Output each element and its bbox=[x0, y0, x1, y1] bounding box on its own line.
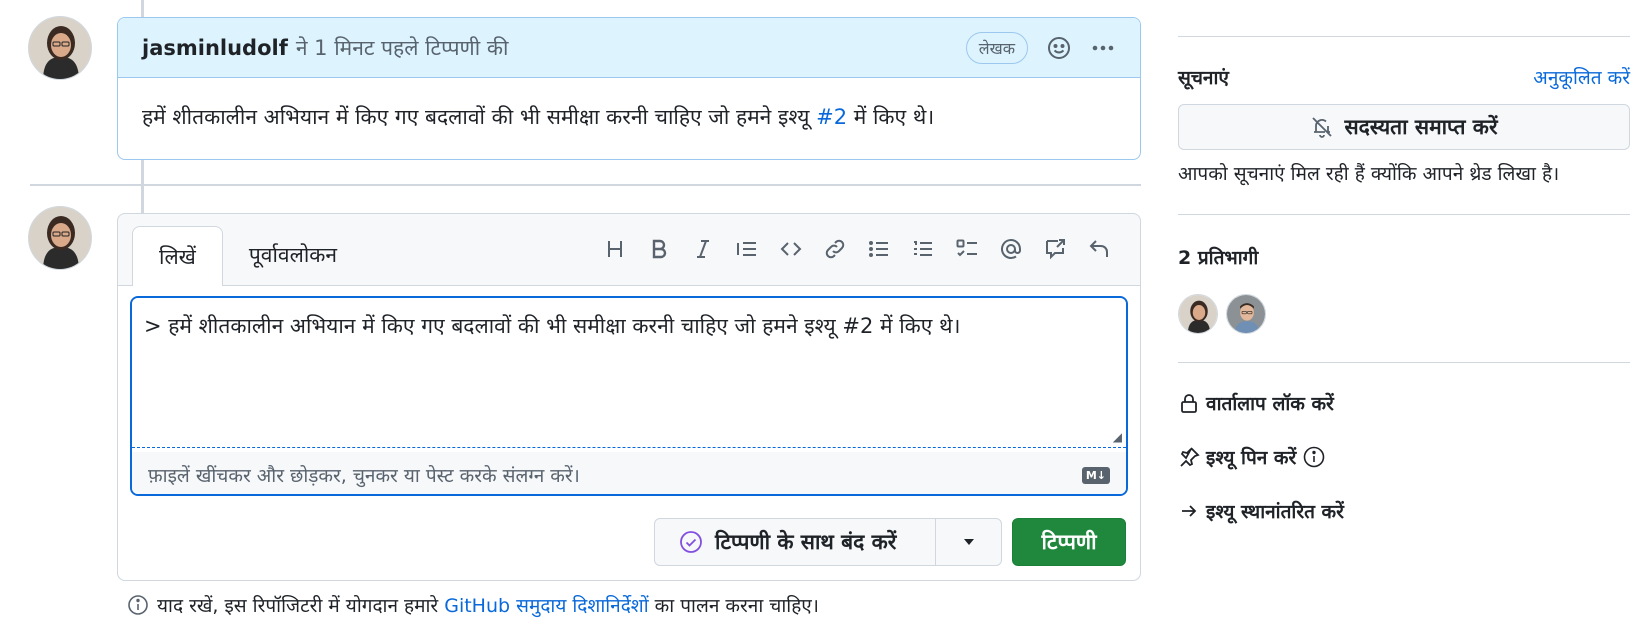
author-badge: लेखक bbox=[965, 31, 1028, 64]
close-with-comment-label: टिप्पणी के साथ बंद करें bbox=[715, 530, 897, 554]
markdown-icon[interactable]: M↓ bbox=[1081, 466, 1110, 484]
quote-icon[interactable] bbox=[734, 236, 760, 262]
link-icon[interactable] bbox=[822, 236, 848, 262]
heading-icon[interactable] bbox=[602, 236, 628, 262]
comment-author-link[interactable]: jasminludolf bbox=[142, 36, 288, 60]
info-icon[interactable] bbox=[1302, 445, 1326, 469]
transfer-issue-link[interactable]: इश्यू स्थानांतरित करें bbox=[1178, 498, 1344, 524]
mention-icon[interactable] bbox=[998, 236, 1024, 262]
lock-icon bbox=[1181, 394, 1197, 413]
comment-body-text-end: में किए थे। bbox=[847, 105, 935, 129]
comment-submit-button[interactable]: टिप्पणी bbox=[1012, 518, 1126, 566]
man-avatar-icon bbox=[1227, 295, 1265, 333]
resize-handle-icon[interactable]: ◢ bbox=[1113, 430, 1122, 444]
bell-slash-icon bbox=[1312, 117, 1333, 138]
task-list-icon[interactable] bbox=[954, 236, 980, 262]
avatar[interactable] bbox=[28, 16, 92, 80]
pin-issue-label: इश्यू पिन करें bbox=[1206, 447, 1297, 469]
info-icon bbox=[128, 595, 148, 615]
sidebar-divider bbox=[1178, 362, 1630, 363]
unsubscribe-button[interactable]: सदस्यता समाप्त करें bbox=[1178, 104, 1630, 150]
ordered-list-icon[interactable] bbox=[910, 236, 936, 262]
comment-editor: > हमें शीतकालीन अभियान में किए गए बदलावो… bbox=[130, 296, 1128, 496]
tab-preview[interactable]: पूर्वावलोकन bbox=[223, 226, 363, 284]
comment-body-text: हमें शीतकालीन अभियान में किए गए बदलावों … bbox=[142, 105, 817, 129]
arrow-right-icon bbox=[1182, 505, 1197, 517]
pin-icon bbox=[1180, 447, 1200, 467]
woman-avatar-icon bbox=[1179, 295, 1217, 333]
close-with-comment-button[interactable]: टिप्पणी के साथ बंद करें bbox=[654, 518, 1002, 566]
markdown-toolbar bbox=[602, 236, 1112, 262]
timeline-divider bbox=[30, 184, 1141, 186]
bold-icon[interactable] bbox=[646, 236, 672, 262]
customize-notifications-link[interactable]: अनुकूलित करें bbox=[1533, 64, 1630, 90]
participant-avatar[interactable] bbox=[1226, 294, 1266, 334]
comment-header: jasminludolf ने 1 मिनट पहले टिप्पणी की ल… bbox=[118, 18, 1140, 78]
community-guidelines-link[interactable]: GitHub समुदाय दिशानिर्देशों bbox=[444, 595, 648, 617]
unsubscribe-label: सदस्यता समाप्त करें bbox=[1344, 115, 1498, 139]
timeline-line-middle bbox=[141, 160, 144, 184]
tab-write[interactable]: लिखें bbox=[132, 226, 223, 286]
comment-composer: लिखें पूर्वावलोकन > हमें शीतकालीन अभियान… bbox=[117, 213, 1141, 581]
participants-heading: 2 प्रतिभागी bbox=[1178, 247, 1259, 269]
sidebar-divider bbox=[1178, 36, 1630, 37]
unordered-list-icon[interactable] bbox=[866, 236, 892, 262]
guidelines-text-end: का पालन करना चाहिए। bbox=[648, 595, 819, 617]
attach-files-area[interactable]: फ़ाइलें खींचकर और छोड़कर, चुनकर या पेस्ट… bbox=[132, 452, 1126, 494]
participants-list bbox=[1178, 294, 1266, 334]
timeline-line-top bbox=[141, 0, 144, 17]
attach-hint: फ़ाइलें खींचकर और छोड़कर, चुनकर या पेस्ट… bbox=[148, 465, 580, 487]
guidelines-text: याद रखें, इस रिपॉजिटरी में योगदान हमारे bbox=[157, 595, 445, 617]
reply-icon[interactable] bbox=[1086, 236, 1112, 262]
cross-reference-icon[interactable] bbox=[1042, 236, 1068, 262]
composer-tabs: लिखें पूर्वावलोकन bbox=[132, 226, 363, 286]
contribution-guidelines-note: याद रखें, इस रिपॉजिटरी में योगदान हमारे … bbox=[127, 592, 819, 618]
issue-link[interactable]: #2 bbox=[816, 105, 847, 129]
close-options-dropdown[interactable] bbox=[935, 519, 1001, 565]
triangle-down-icon bbox=[963, 539, 974, 545]
comment-textarea[interactable]: > हमें शीतकालीन अभियान में किए गए बदलावो… bbox=[132, 298, 1126, 448]
sidebar-divider bbox=[1178, 214, 1630, 215]
timeline-line-lower bbox=[141, 186, 144, 213]
smiley-icon[interactable] bbox=[1046, 35, 1072, 61]
woman-avatar-icon bbox=[29, 207, 91, 269]
notifications-heading: सूचनाएं bbox=[1178, 67, 1229, 89]
check-circle-icon bbox=[680, 531, 702, 553]
lock-conversation-label: वार्तालाप लॉक करें bbox=[1206, 393, 1334, 415]
comment-timestamp[interactable]: ने 1 मिनट पहले टिप्पणी की bbox=[296, 34, 509, 62]
lock-conversation-link[interactable]: वार्तालाप लॉक करें bbox=[1178, 390, 1334, 416]
code-icon[interactable] bbox=[778, 236, 804, 262]
italic-icon[interactable] bbox=[690, 236, 716, 262]
comment-body: हमें शीतकालीन अभियान में किए गए बदलावों … bbox=[118, 78, 1140, 156]
woman-avatar-icon bbox=[29, 17, 91, 79]
kebab-horizontal-icon[interactable] bbox=[1090, 35, 1116, 61]
subscription-note: आपको सूचनाएं मिल रही हैं क्योंकि आपने थ्… bbox=[1178, 163, 1560, 185]
close-with-comment-main[interactable]: टिप्पणी के साथ बंद करें bbox=[655, 519, 935, 565]
pin-issue-link[interactable]: इश्यू पिन करें bbox=[1178, 444, 1326, 470]
participant-avatar[interactable] bbox=[1178, 294, 1218, 334]
transfer-issue-label: इश्यू स्थानांतरित करें bbox=[1206, 501, 1344, 523]
comment-card: jasminludolf ने 1 मिनट पहले टिप्पणी की ल… bbox=[117, 17, 1141, 160]
avatar[interactable] bbox=[28, 206, 92, 270]
